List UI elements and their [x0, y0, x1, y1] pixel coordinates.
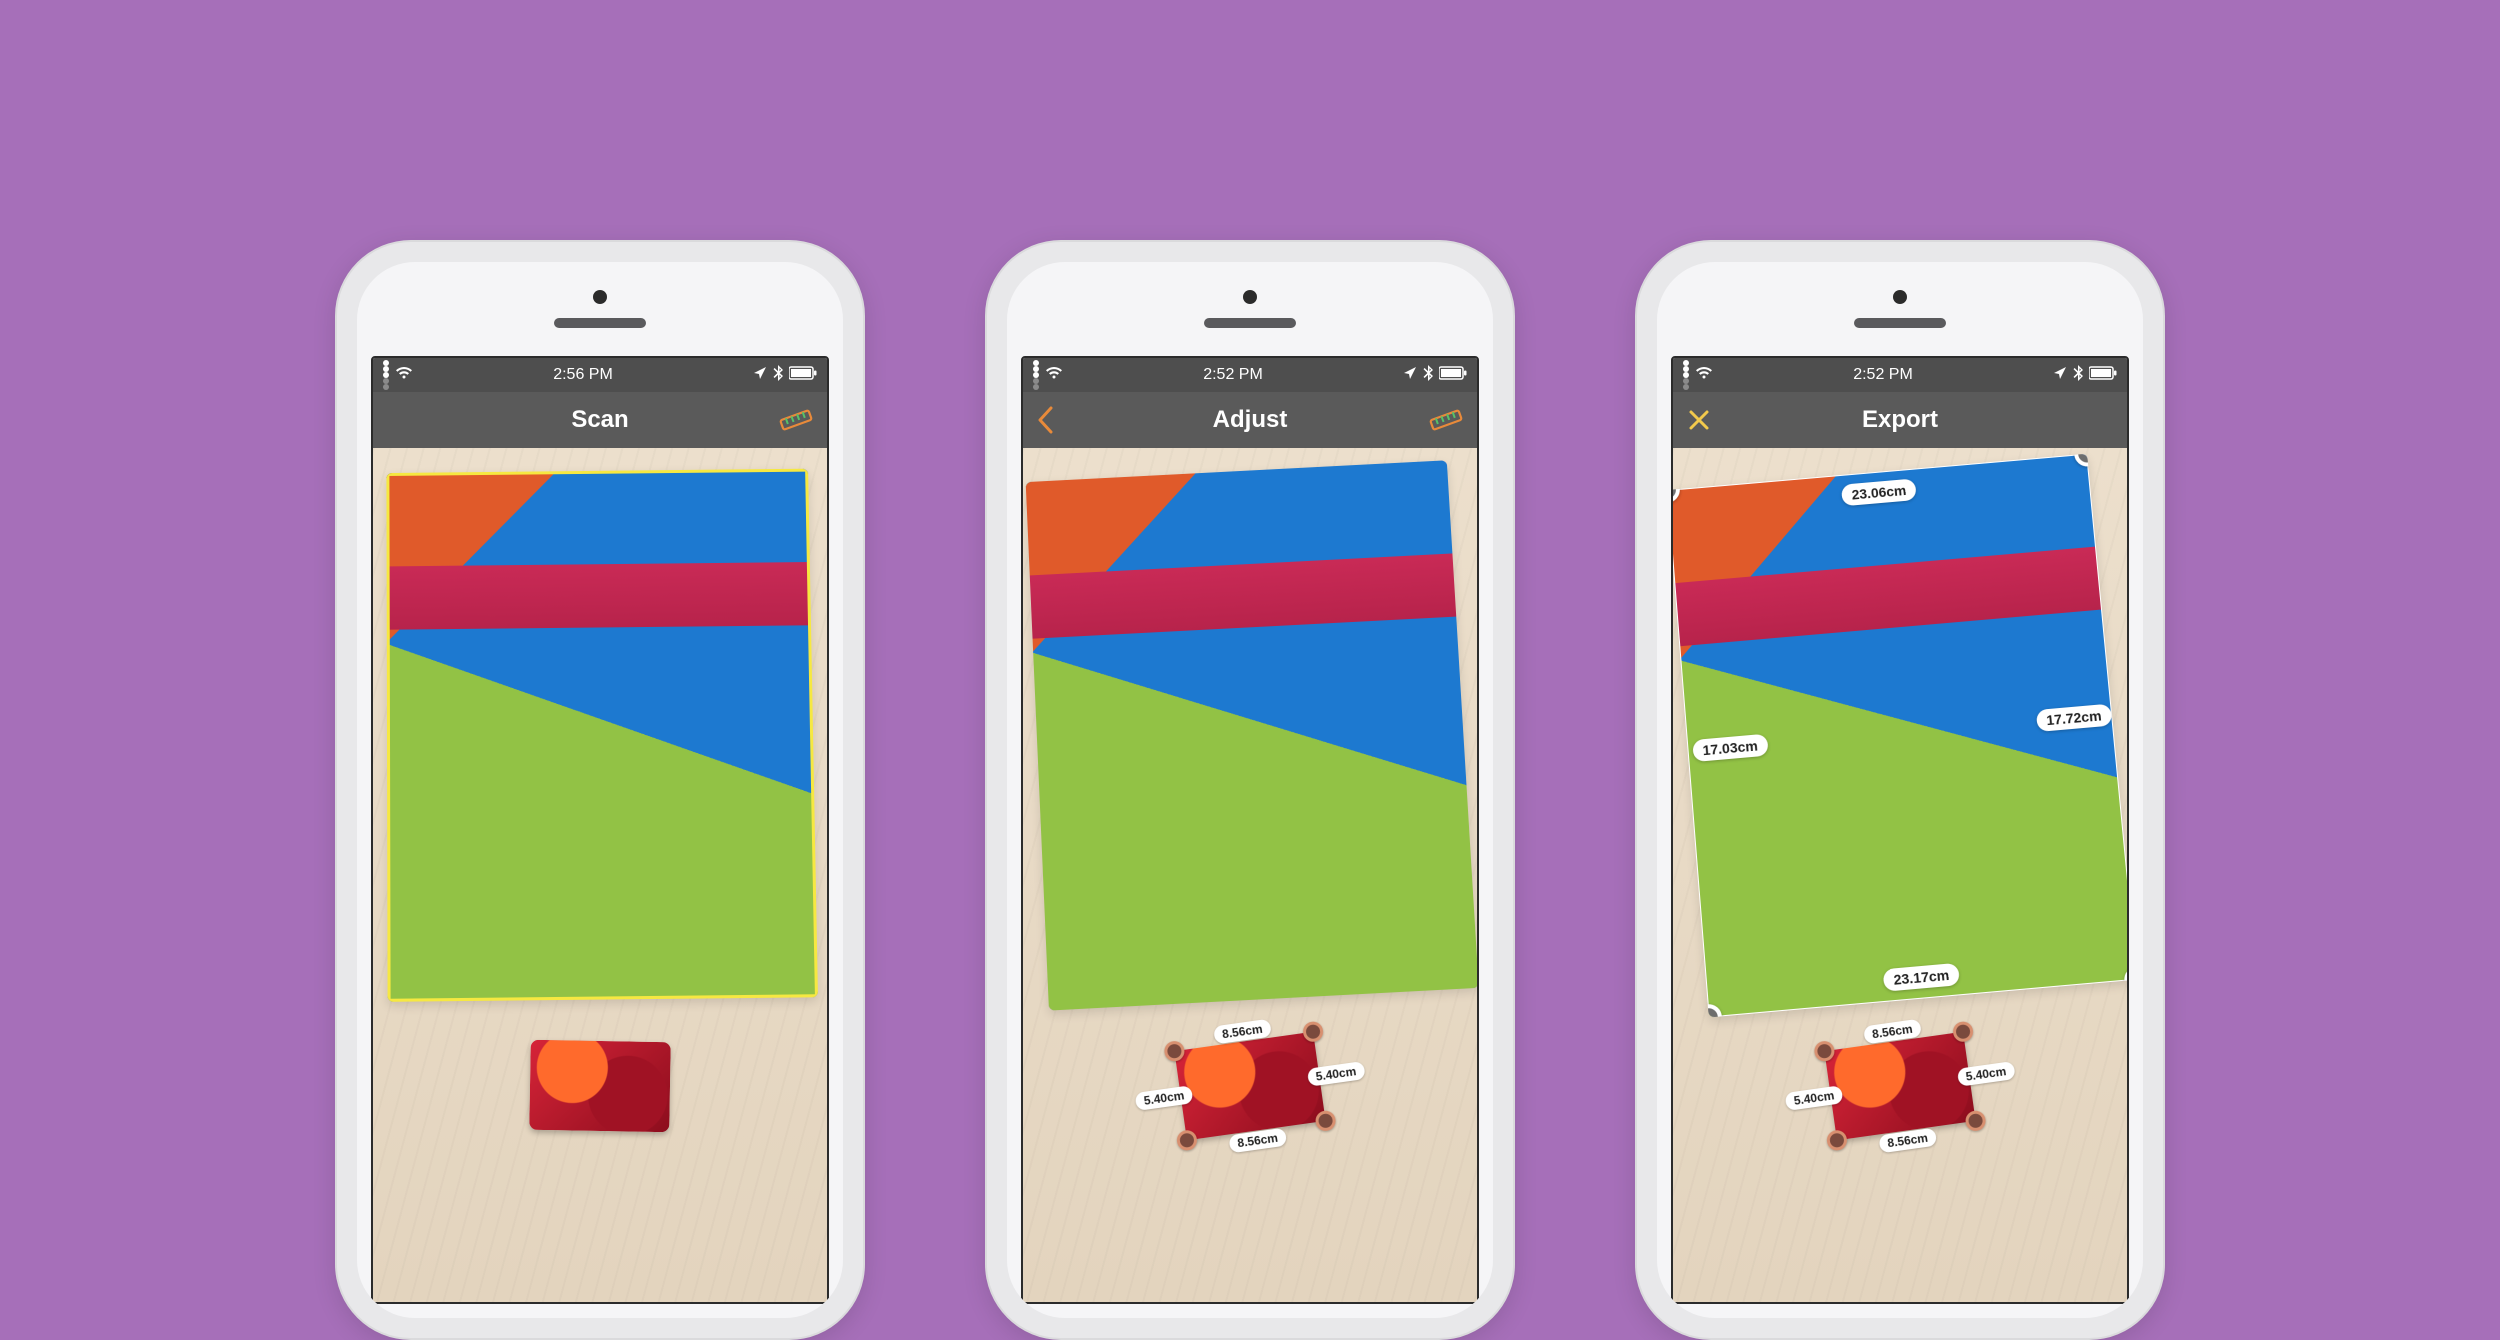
nav-title: Adjust: [1213, 406, 1288, 434]
measure-label: 8.56cm: [1863, 1019, 1922, 1045]
battery-icon: [2089, 366, 2117, 385]
phone-export: 2:52 PM: [1635, 240, 2165, 1340]
nav-title: Scan: [571, 406, 628, 434]
measure-label: 5.40cm: [1957, 1061, 2016, 1087]
location-icon: [1403, 366, 1417, 385]
status-time: 2:52 PM: [1203, 366, 1263, 384]
wifi-icon: [1695, 366, 1713, 385]
measure-label: 8.56cm: [1213, 1019, 1272, 1045]
signal-icon: [1683, 360, 1689, 390]
status-bar: 2:52 PM: [1023, 358, 1477, 392]
battery-icon: [789, 366, 817, 385]
drag-handle[interactable]: [1302, 1021, 1325, 1044]
reference-card[interactable]: 8.56cm 5.40cm 8.56cm 5.40cm: [1174, 1032, 1325, 1141]
adjust-view[interactable]: 8.56cm 5.40cm 8.56cm 5.40cm: [1023, 448, 1477, 1302]
nav-bar: Scan: [373, 392, 827, 448]
phone-bezel: [357, 262, 843, 356]
scan-subject[interactable]: 23.06cm 17.72cm 23.17cm 17.03cm: [1673, 454, 2127, 1018]
front-camera-icon: [1243, 290, 1257, 304]
drag-handle[interactable]: [1813, 1040, 1836, 1063]
status-bar: 2:52 PM: [1673, 358, 2127, 392]
signal-icon: [383, 360, 389, 390]
drag-handle[interactable]: [1964, 1110, 1987, 1133]
phone-adjust: 2:52 PM: [985, 240, 1515, 1340]
scan-subject: [1026, 460, 1477, 1011]
location-icon: [2053, 366, 2067, 385]
front-camera-icon: [1893, 290, 1907, 304]
reference-card[interactable]: 8.56cm 5.40cm 8.56cm 5.40cm: [1824, 1032, 1975, 1141]
measure-label: 8.56cm: [1878, 1128, 1937, 1154]
ruler-button[interactable]: [779, 407, 813, 433]
phone-bezel: [1657, 262, 2143, 356]
measure-label: 5.40cm: [1307, 1061, 1366, 1087]
camera-view[interactable]: [373, 448, 827, 1302]
measure-label: 5.40cm: [1135, 1085, 1194, 1111]
location-icon: [753, 366, 767, 385]
back-button[interactable]: [1037, 406, 1055, 434]
export-view[interactable]: 23.06cm 17.72cm 23.17cm 17.03cm 8.56cm 5…: [1673, 448, 2127, 1302]
drag-handle[interactable]: [1826, 1129, 1849, 1152]
drag-handle[interactable]: [1952, 1021, 1975, 1044]
ruler-button[interactable]: [1429, 407, 1463, 433]
nav-bar: Export: [1673, 392, 2127, 448]
speaker-icon: [1854, 318, 1946, 328]
drag-handle[interactable]: [1163, 1040, 1186, 1063]
bluetooth-icon: [773, 365, 783, 386]
phone-bezel: [1007, 262, 1493, 356]
close-button[interactable]: [1687, 408, 1711, 432]
phone-scan: 2:56 PM: [335, 240, 865, 1340]
wifi-icon: [1045, 366, 1063, 385]
wifi-icon: [395, 366, 413, 385]
drag-handle[interactable]: [1314, 1110, 1337, 1133]
reference-card: [529, 1040, 671, 1132]
drag-handle[interactable]: [1176, 1129, 1199, 1152]
front-camera-icon: [593, 290, 607, 304]
status-time: 2:56 PM: [553, 366, 613, 384]
speaker-icon: [554, 318, 646, 328]
scan-subject: [386, 469, 818, 1003]
nav-title: Export: [1862, 406, 1938, 434]
speaker-icon: [1204, 318, 1296, 328]
measure-label: 8.56cm: [1228, 1128, 1287, 1154]
signal-icon: [1033, 360, 1039, 390]
bluetooth-icon: [2073, 365, 2083, 386]
nav-bar: Adjust: [1023, 392, 1477, 448]
status-bar: 2:56 PM: [373, 358, 827, 392]
measure-label: 5.40cm: [1785, 1085, 1844, 1111]
battery-icon: [1439, 366, 1467, 385]
bluetooth-icon: [1423, 365, 1433, 386]
status-time: 2:52 PM: [1853, 366, 1913, 384]
